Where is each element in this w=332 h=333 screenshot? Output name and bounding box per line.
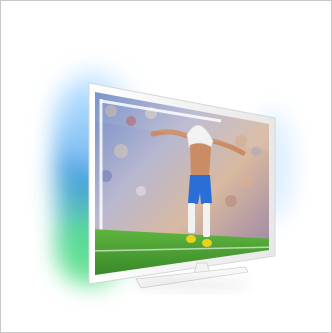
tv-product-image [53,71,293,290]
image-frame [0,0,332,333]
